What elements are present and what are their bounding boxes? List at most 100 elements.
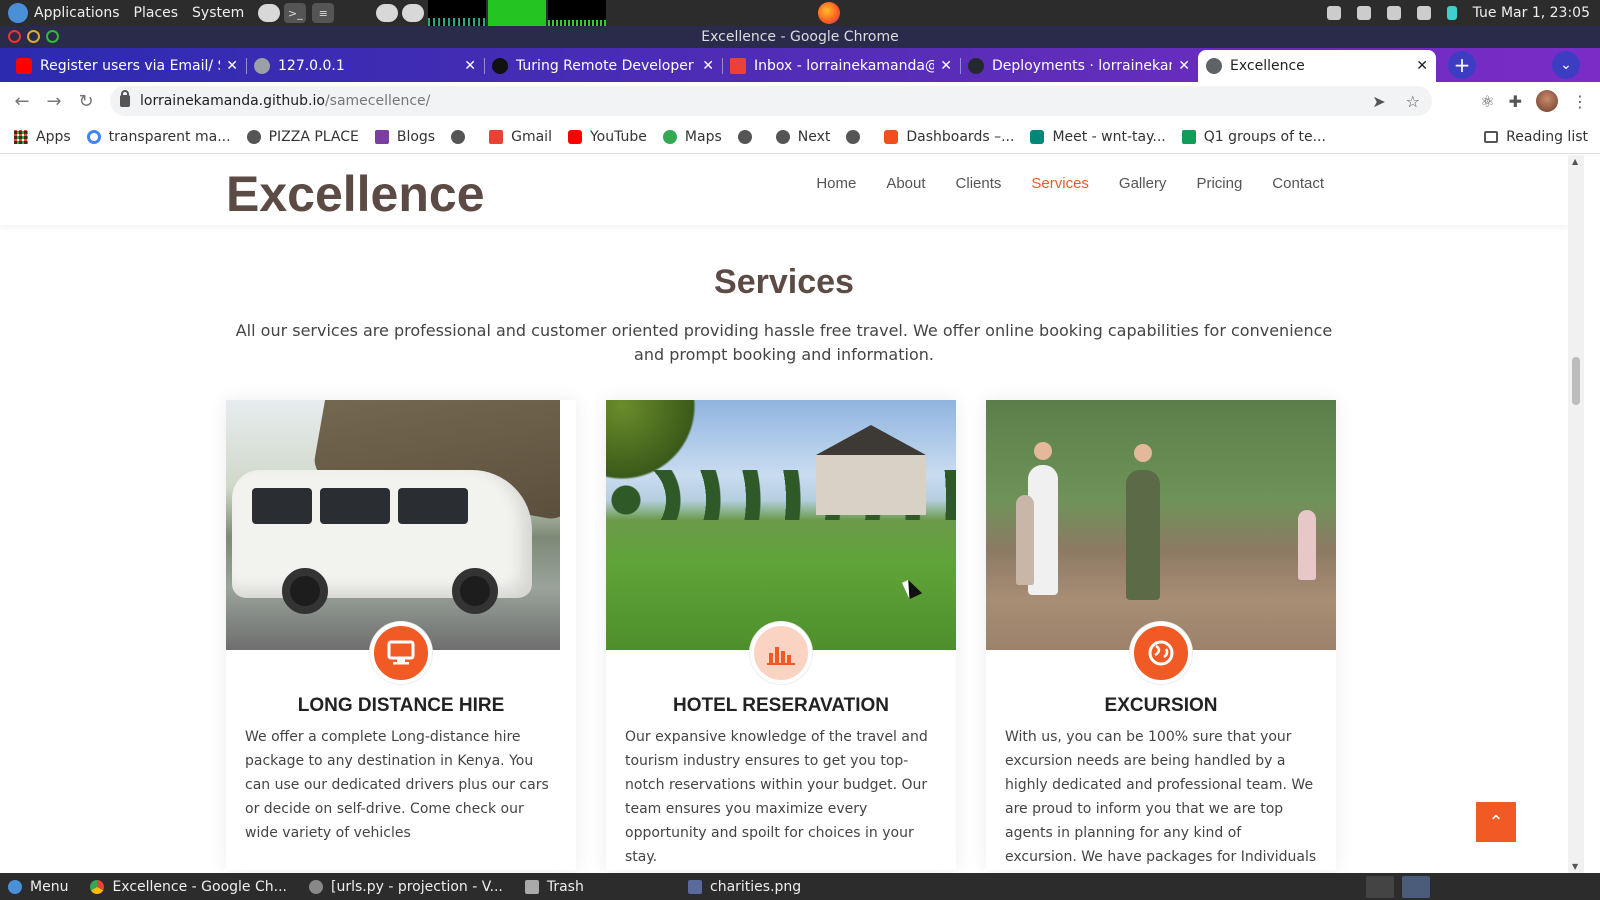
bookmark-label: Apps xyxy=(36,128,71,145)
nav-pricing[interactable]: Pricing xyxy=(1196,175,1242,192)
nav-contact[interactable]: Contact xyxy=(1272,175,1324,192)
bookmark-youtube[interactable]: YouTube xyxy=(567,129,647,145)
battery-icon[interactable] xyxy=(1446,6,1457,20)
bookmark-label: Maps xyxy=(684,128,722,145)
nav-gallery[interactable]: Gallery xyxy=(1119,175,1167,192)
tab-strip: Register users via Email/ S ✕ 127.0.0.1 … xyxy=(0,48,1600,82)
bookmark-next[interactable]: Next xyxy=(775,129,830,145)
tab-register-users[interactable]: Register users via Email/ S ✕ xyxy=(8,50,246,82)
minimize-window-button[interactable] xyxy=(27,30,40,43)
globe-icon xyxy=(451,129,466,144)
taskbar-vscode[interactable]: [urls.py - projection - V... xyxy=(301,879,503,895)
close-tab-icon[interactable]: ✕ xyxy=(1178,58,1190,74)
tab-title: 127.0.0.1 xyxy=(278,58,345,74)
bookmark-globe-2[interactable] xyxy=(737,129,760,144)
address-bar[interactable]: lorrainekamanda.github.io/samecellence/ … xyxy=(110,86,1432,116)
bookmark-apps[interactable]: Apps xyxy=(14,129,71,145)
bookmark-star-icon[interactable]: ☆ xyxy=(1406,92,1420,111)
distro-logo-icon[interactable] xyxy=(8,3,28,23)
scroll-up-arrow-icon[interactable]: ▲ xyxy=(1572,157,1578,166)
close-tab-icon[interactable]: ✕ xyxy=(464,58,476,74)
tab-title: Turing Remote Developer xyxy=(516,58,694,74)
forward-button[interactable]: → xyxy=(38,85,70,117)
workspace-switcher-icon[interactable] xyxy=(1366,875,1394,898)
bookmark-q1-groups[interactable]: Q1 groups of te... xyxy=(1181,129,1326,145)
menu-icon xyxy=(8,879,22,894)
tab-deployments[interactable]: Deployments · lorrainekam ✕ xyxy=(960,50,1198,82)
react-devtools-icon[interactable]: ⚛ xyxy=(1480,92,1494,111)
sheets-icon xyxy=(1181,129,1196,144)
taskbar-chrome[interactable]: Excellence - Google Ch... xyxy=(82,879,287,895)
scroll-down-arrow-icon[interactable]: ▼ xyxy=(1572,862,1578,871)
reading-list-button[interactable]: Reading list xyxy=(1484,129,1588,145)
tab-title: Deployments · lorrainekam xyxy=(992,58,1173,74)
weather-icon[interactable] xyxy=(258,4,281,22)
tab-excellence[interactable]: Excellence ✕ xyxy=(1198,50,1436,82)
chrome-icon xyxy=(90,879,105,894)
nav-services[interactable]: Services xyxy=(1031,175,1089,192)
nav-home[interactable]: Home xyxy=(816,175,856,192)
taskbar-trash[interactable]: Trash xyxy=(517,879,584,895)
taskbar-menu[interactable]: Menu xyxy=(0,879,68,895)
gmail-favicon-icon xyxy=(730,58,746,74)
speaker-icon[interactable] xyxy=(1386,6,1401,20)
bookmark-dashboards[interactable]: Dashboards –... xyxy=(884,129,1014,145)
cloud-icon[interactable] xyxy=(376,4,399,22)
cloud-icon-2[interactable] xyxy=(402,4,425,22)
nav-about[interactable]: About xyxy=(886,175,925,192)
maps-pin-icon xyxy=(662,129,677,144)
profile-avatar[interactable] xyxy=(1536,90,1558,112)
bookmark-globe-1[interactable] xyxy=(451,129,473,144)
nav-clients[interactable]: Clients xyxy=(956,175,1002,192)
tab-localhost[interactable]: 127.0.0.1 ✕ xyxy=(246,50,484,82)
clock[interactable]: Tue Mar 1, 23:05 xyxy=(1473,5,1590,21)
close-tab-icon[interactable]: ✕ xyxy=(702,58,714,74)
volume-icon[interactable] xyxy=(1326,6,1341,20)
firefox-icon[interactable] xyxy=(818,2,840,24)
services-title: Services xyxy=(714,263,854,301)
bluetooth-icon[interactable] xyxy=(1356,6,1371,20)
card-text: We offer a complete Long-distance hire p… xyxy=(245,729,549,841)
os-menu-places[interactable]: Places xyxy=(134,5,179,21)
page-scrollbar[interactable]: ▲ ▼ xyxy=(1568,155,1584,873)
os-menu-system[interactable]: System xyxy=(192,5,244,21)
wifi-icon[interactable] xyxy=(1416,6,1431,20)
lock-icon[interactable] xyxy=(120,90,130,107)
bookmark-globe-3[interactable] xyxy=(846,129,868,144)
service-card-excursion: EXCURSION With us, you can be 100% sure … xyxy=(986,400,1336,870)
tab-search-button[interactable]: ⌄ xyxy=(1552,51,1580,79)
close-window-button[interactable] xyxy=(8,30,21,43)
reading-list-label: Reading list xyxy=(1506,128,1588,145)
bookmark-transparent[interactable]: transparent ma... xyxy=(86,129,231,145)
image-file-icon xyxy=(688,879,702,894)
bookmark-pizza-place[interactable]: PIZZA PLACE xyxy=(246,129,359,145)
window-title: Excellence - Google Chrome xyxy=(701,29,899,45)
van-image xyxy=(226,400,560,650)
tab-turing[interactable]: Turing Remote Developer ✕ xyxy=(484,50,722,82)
bookmark-label: Dashboards –... xyxy=(906,128,1015,145)
site-brand[interactable]: Excellence xyxy=(226,165,485,223)
os-bottom-panel: Menu Excellence - Google Ch... [urls.py … xyxy=(0,873,1600,900)
os-menu-applications[interactable]: Applications xyxy=(34,5,120,21)
tab-gmail-inbox[interactable]: Inbox - lorrainekamanda@ ✕ xyxy=(722,50,960,82)
maximize-window-button[interactable] xyxy=(46,30,59,43)
scrollbar-thumb[interactable] xyxy=(1572,357,1580,405)
taskbar-charities[interactable]: charities.png xyxy=(680,879,801,895)
bookmark-gmail[interactable]: Gmail xyxy=(489,129,552,145)
close-tab-icon[interactable]: ✕ xyxy=(940,58,952,74)
terminal-icon[interactable]: >_ xyxy=(284,3,307,23)
bookmark-blogs[interactable]: Blogs xyxy=(374,129,435,145)
close-tab-icon[interactable]: ✕ xyxy=(1416,58,1428,74)
scroll-to-top-button[interactable]: ⌃ xyxy=(1476,802,1516,842)
kebab-menu-icon[interactable]: ⋮ xyxy=(1572,92,1588,111)
workspace-active-icon[interactable] xyxy=(1402,875,1430,898)
reload-button[interactable]: ↻ xyxy=(70,85,102,117)
new-tab-button[interactable]: + xyxy=(1448,51,1476,79)
back-button[interactable]: ← xyxy=(6,85,38,117)
close-tab-icon[interactable]: ✕ xyxy=(226,58,238,74)
text-editor-icon[interactable]: ≡ xyxy=(312,3,335,23)
bookmark-maps[interactable]: Maps xyxy=(662,128,722,145)
extensions-icon[interactable]: ✚ xyxy=(1509,92,1522,111)
bookmark-meet[interactable]: Meet - wnt-tay... xyxy=(1030,129,1166,145)
send-icon[interactable]: ➤ xyxy=(1372,92,1385,111)
